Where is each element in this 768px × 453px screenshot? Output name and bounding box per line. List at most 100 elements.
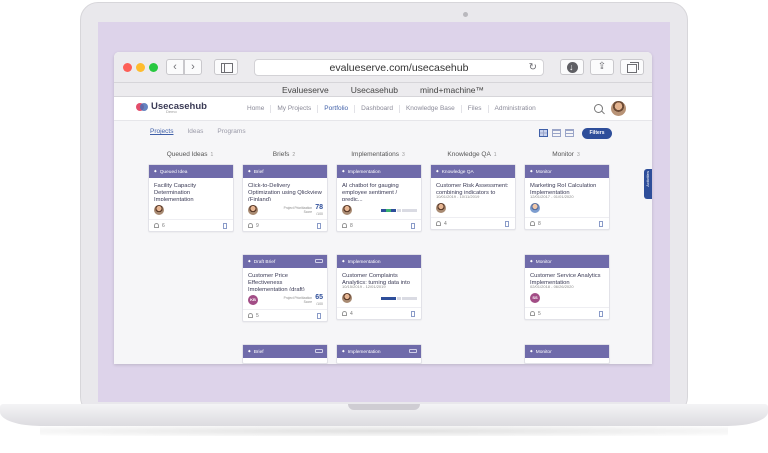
column-header-knowledge-qa: Knowledge QA 1 (447, 151, 497, 158)
view-switcher (539, 129, 574, 137)
owner-avatar (436, 203, 446, 213)
card-stage: Monitor (525, 345, 609, 358)
tab-projects[interactable]: Projects (150, 128, 173, 135)
maximize-window-icon[interactable] (149, 63, 158, 72)
member-count: 9 (256, 223, 259, 229)
nav-home[interactable]: Home (241, 105, 270, 113)
progress-bar (381, 297, 418, 300)
tab-programs[interactable]: Programs (217, 128, 245, 135)
card-title: Customer Price Effectiveness Implementat… (248, 273, 305, 291)
card-brief-3[interactable]: Brief (242, 344, 328, 364)
card-kqa-1[interactable]: Knowledge QA Customer Risk Assessment: c… (430, 164, 516, 230)
tabs-icon[interactable] (620, 59, 644, 75)
forward-icon[interactable]: › (184, 59, 202, 75)
logo-text: Usecasehub (151, 101, 207, 112)
card-queued-1[interactable]: Queued Idea Facility Capacity Determinat… (148, 164, 234, 232)
card-impl-1[interactable]: Implementation AI chatbot for gauging em… (336, 164, 422, 232)
people-icon (154, 223, 159, 228)
card-brief-1[interactable]: Brief Click-to-Delivery Optimization usi… (242, 164, 328, 232)
url-text: evalueserve.com/usecasehub (329, 62, 469, 74)
people-icon (342, 223, 347, 228)
nav-portfolio[interactable]: Portfolio (317, 105, 354, 113)
member-count: 8 (538, 221, 541, 227)
card-title: Marketing RoI Calculation Implementation (530, 183, 597, 195)
score-max: /100 (316, 212, 323, 216)
card-title: Facility Capacity Determination Implemen… (154, 183, 197, 201)
column-header-implementations: Implementations 3 (351, 151, 405, 158)
reload-icon[interactable]: ↻ (529, 60, 537, 76)
share-icon[interactable]: ⇪ (590, 59, 614, 75)
camera-dot (463, 12, 468, 17)
activities-side-tab[interactable]: Activities (644, 169, 652, 199)
bookmark-icon[interactable] (411, 223, 415, 229)
card-monitor-1[interactable]: Monitor Marketing RoI Calculation Implem… (524, 164, 610, 230)
table-view-icon[interactable] (565, 129, 574, 137)
card-stage: Brief (243, 165, 327, 178)
list-view-icon[interactable] (552, 129, 561, 137)
logo-mark-icon (136, 102, 148, 111)
card-title: Customer Service Analytics Implementatio… (530, 273, 601, 285)
search-icon[interactable] (594, 104, 603, 113)
card-stage: Queued Idea (149, 165, 233, 178)
card-impl-2[interactable]: Implementation Customer Complaints Analy… (336, 254, 422, 320)
sidebar-icon[interactable] (214, 59, 238, 75)
nav-administration[interactable]: Administration (487, 105, 542, 113)
nav-my-projects[interactable]: My Projects (270, 105, 317, 113)
card-stage: Brief (243, 345, 327, 358)
tag-icon (409, 349, 417, 353)
nav-files[interactable]: Files (460, 105, 488, 113)
activities-label: Activities (645, 171, 650, 187)
card-title: Customer Risk Assessment: combining indi… (436, 183, 509, 195)
bookmark-icon[interactable] (599, 311, 603, 317)
card-stage: Implementation (337, 165, 421, 178)
user-avatar[interactable] (611, 101, 626, 116)
card-monitor-2[interactable]: Monitor Customer Service Analytics Imple… (524, 254, 610, 320)
score-label: Project Prioritization Score (283, 206, 312, 214)
browser-window: ‹ › evalueserve.com/usecasehub ↻ ⇪ Evalu… (114, 52, 652, 364)
card-impl-3[interactable]: Implementation (336, 344, 422, 364)
favorite-mind-machine[interactable]: mind+machine™ (420, 83, 484, 96)
score-value: 65 (315, 294, 323, 301)
sub-tabs: Projects Ideas Programs (150, 128, 246, 135)
filters-button[interactable]: Filters (582, 128, 612, 139)
tag-icon (315, 259, 323, 263)
download-icon[interactable] (560, 59, 584, 75)
owner-avatar (248, 205, 258, 215)
score-value: 78 (315, 204, 323, 211)
member-count: 8 (350, 223, 353, 229)
member-count: 5 (538, 311, 541, 317)
grid-view-icon[interactable] (539, 129, 548, 137)
minimize-window-icon[interactable] (136, 63, 145, 72)
nav-dashboard[interactable]: Dashboard (354, 105, 399, 113)
owner-avatar (154, 205, 164, 215)
laptop-shadow (40, 426, 728, 436)
close-window-icon[interactable] (123, 63, 132, 72)
card-title: Customer Complaints Analytics: turning d… (342, 273, 410, 285)
card-stage: Monitor (525, 255, 609, 268)
main-nav: Home My Projects Portfolio Dashboard Kno… (241, 97, 542, 121)
browser-toolbar: ‹ › evalueserve.com/usecasehub ↻ ⇪ (114, 52, 652, 83)
people-icon (530, 221, 535, 226)
bookmark-icon[interactable] (411, 311, 415, 317)
member-count: 6 (162, 223, 165, 229)
favorite-evalueserve[interactable]: Evalueserve (282, 83, 329, 96)
card-monitor-3[interactable]: Monitor (524, 344, 610, 364)
nav-knowledge-base[interactable]: Knowledge Base (398, 105, 461, 113)
card-stage: Implementation (337, 345, 421, 358)
card-brief-2[interactable]: Draft Brief Customer Price Effectiveness… (242, 254, 328, 322)
card-title: AI chatbot for gauging employee sentimen… (342, 183, 399, 201)
card-stage: Knowledge QA (431, 165, 515, 178)
owner-avatar: KB (248, 295, 258, 305)
url-bar[interactable]: evalueserve.com/usecasehub ↻ (254, 59, 544, 76)
bookmark-icon[interactable] (317, 313, 321, 319)
bookmark-icon[interactable] (599, 221, 603, 227)
column-header-queued: Queued Ideas 1 (166, 151, 214, 158)
tab-ideas[interactable]: Ideas (187, 128, 203, 135)
back-icon[interactable]: ‹ (166, 59, 184, 75)
bookmark-icon[interactable] (505, 221, 509, 227)
bookmark-icon[interactable] (317, 223, 321, 229)
tag-icon (315, 349, 323, 353)
people-icon (248, 223, 253, 228)
bookmark-icon[interactable] (223, 223, 227, 229)
favorite-usecasehub[interactable]: Usecasehub (351, 83, 398, 96)
